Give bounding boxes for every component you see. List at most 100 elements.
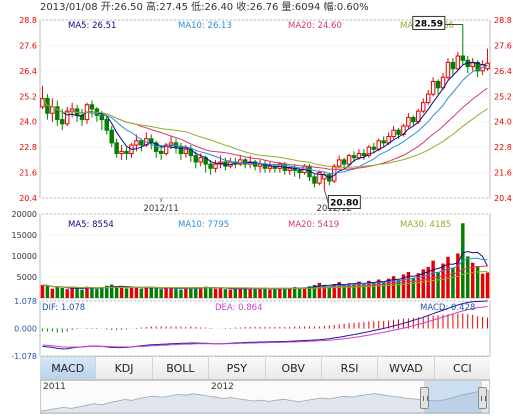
volume-bar xyxy=(258,288,262,298)
volume-bar xyxy=(50,288,55,298)
candle-body xyxy=(208,163,213,169)
volume-bar xyxy=(218,287,223,298)
volume-bar xyxy=(124,288,129,298)
volume-bar xyxy=(184,288,188,298)
volume-bar xyxy=(238,288,243,298)
volume-bar xyxy=(431,260,435,298)
candle-body xyxy=(257,163,263,167)
candle-body xyxy=(356,153,362,159)
volume-bar xyxy=(119,287,124,298)
candle-body xyxy=(376,140,381,150)
volume-bar xyxy=(436,272,440,298)
volume-bar xyxy=(451,267,455,298)
y-tick-label: 10000 xyxy=(12,252,37,261)
y-tick-label-right: 21.6 xyxy=(494,169,512,178)
tab-rsi[interactable]: RSI xyxy=(321,357,379,379)
volume-bar xyxy=(268,289,272,298)
macd-panel[interactable]: 1.078 0.000 -1.078 DIF: 1.078 DEA: 0.864 MACD… xyxy=(11,297,491,361)
tab-boll[interactable]: BOLL xyxy=(152,357,210,379)
tab-macd[interactable]: MACD xyxy=(40,357,97,379)
candle-body xyxy=(183,148,189,154)
navigator-right-handle[interactable] xyxy=(478,387,487,409)
volume-bar xyxy=(317,282,322,298)
candle-body xyxy=(346,155,352,165)
tab-obv[interactable]: OBV xyxy=(265,357,322,379)
navigator-left-handle[interactable] xyxy=(420,387,429,409)
y-tick-label: -1.078 xyxy=(11,352,37,361)
volume-bar xyxy=(441,263,445,298)
volume-bar xyxy=(80,289,84,298)
tab-cci[interactable]: CCI xyxy=(434,357,490,379)
volume-bar xyxy=(475,266,480,298)
volume-bar xyxy=(480,273,485,298)
candle-body xyxy=(351,155,357,159)
y-tick-label-right: 26.4 xyxy=(494,67,512,76)
legend-ma30: MA30: 4185 xyxy=(400,220,451,230)
candle-body xyxy=(445,61,451,78)
y-tick-label: 1.078 xyxy=(14,297,37,306)
volume-bar xyxy=(65,289,69,298)
candle-body xyxy=(69,108,75,112)
navigator-year-label: 2011 xyxy=(43,382,66,392)
legend-ma10: MA10: 7795 xyxy=(178,220,229,230)
candle-body xyxy=(60,119,65,125)
y-tick-label: 0.000 xyxy=(14,325,37,334)
tab-wvad[interactable]: WVAD xyxy=(378,357,435,379)
legend-ma10: MA10: 26.13 xyxy=(178,21,232,31)
volume-bar xyxy=(327,286,332,298)
navigator-selection[interactable] xyxy=(424,381,482,413)
candle-body xyxy=(267,165,273,169)
candle-body xyxy=(460,55,466,61)
volume-bar xyxy=(90,287,94,298)
volume-bar xyxy=(95,288,99,298)
legend-dif: DIF: 1.078 xyxy=(42,303,85,313)
candle-body xyxy=(435,80,441,89)
volume-bar xyxy=(228,289,233,298)
volume-bar xyxy=(149,287,153,298)
candle-body xyxy=(168,142,174,146)
y-tick-label: 20.4 xyxy=(19,194,37,203)
callout-label: 28.59 xyxy=(415,19,443,29)
volume-bar xyxy=(347,283,351,298)
candle-body xyxy=(336,159,342,167)
y-tick-label-right: 25.2 xyxy=(494,92,512,101)
volume-bar xyxy=(213,288,218,298)
navigator-year-label: 2012 xyxy=(211,382,234,392)
candle-body xyxy=(406,116,411,127)
price-panel[interactable]: 28.8 28.8 27.6 27.6 26.4 26.4 25.2 25.2 24.0 24.0… xyxy=(19,15,512,214)
candle-body xyxy=(381,140,386,144)
candle-body xyxy=(89,104,95,110)
volume-bar xyxy=(154,288,158,298)
tab-kdj[interactable]: KDJ xyxy=(96,357,153,379)
candle-body xyxy=(425,93,431,104)
candle-body xyxy=(64,110,70,125)
y-tick-label: 24.0 xyxy=(19,118,37,127)
quote-header: 2013/01/08 开:26.50 高:27.45 低:26.40 收:26.… xyxy=(40,0,369,13)
y-tick-label: 15000 xyxy=(12,231,37,240)
candle-body xyxy=(455,55,461,70)
tab-psy[interactable]: PSY xyxy=(209,357,266,379)
volume-bar xyxy=(174,288,178,298)
volume-bar xyxy=(297,288,302,298)
candle-body xyxy=(430,80,436,95)
y-tick-label: 20000 xyxy=(12,210,37,219)
legend-ma20: MA20: 5419 xyxy=(288,220,339,230)
candle-body xyxy=(50,106,55,114)
volume-bar xyxy=(466,256,470,298)
volume-bar xyxy=(45,285,50,298)
volume-bar xyxy=(164,287,168,298)
volume-bar xyxy=(198,288,203,298)
volume-panel[interactable]: 20000 15000 10000 5000 MA5: 8554 MA10: 7795 MA… xyxy=(12,210,491,299)
candle-body xyxy=(297,169,302,174)
candle-body xyxy=(124,150,129,154)
time-navigator[interactable]: 2011 2012 xyxy=(40,380,490,414)
candle-body xyxy=(213,163,218,169)
y-tick-label: 26.4 xyxy=(19,67,37,76)
y-tick-label-right: 20.4 xyxy=(494,194,512,203)
candle-body xyxy=(361,153,367,157)
x-tick-label: 2012/11 xyxy=(143,204,178,214)
volume-bar xyxy=(134,286,139,298)
volume-bar xyxy=(40,284,45,298)
candle-body xyxy=(119,150,124,154)
candle-body xyxy=(134,140,139,146)
